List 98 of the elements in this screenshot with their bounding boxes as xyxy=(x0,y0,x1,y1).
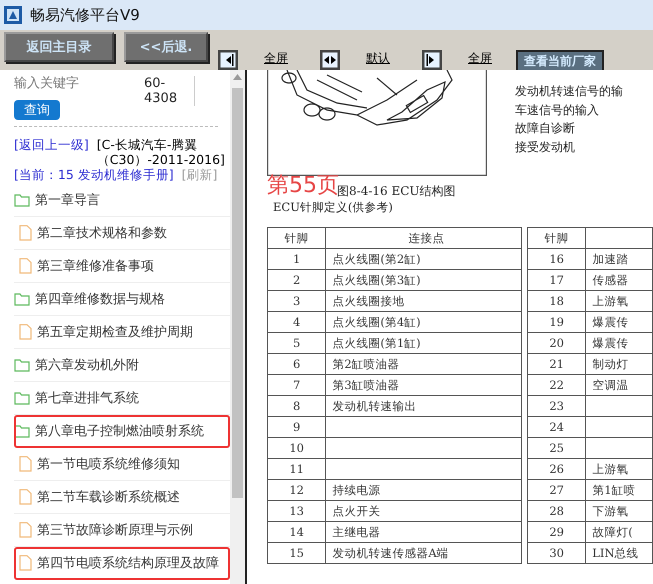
table-cell: 12 xyxy=(268,480,326,500)
tree-item[interactable]: 第八章电子控制燃油喷射系统 xyxy=(14,415,230,448)
table-cell: 发动机转速输出 xyxy=(326,396,522,416)
folder-icon xyxy=(14,193,30,207)
table-cell xyxy=(586,396,652,416)
table-cell: 25 xyxy=(527,438,586,458)
text-line: 车速信号的输入 xyxy=(515,102,600,118)
table-cell: 第1缸喷 xyxy=(586,480,652,500)
scrollbar-thumb[interactable] xyxy=(232,88,243,498)
folder-icon xyxy=(14,292,30,306)
table-cell: 15 xyxy=(268,542,326,564)
table-cell: 点火线圈(第4缸) xyxy=(326,312,522,332)
file-icon xyxy=(18,555,32,571)
table-title: ECU针脚定义(供参考) xyxy=(273,200,394,215)
table-cell xyxy=(586,416,652,438)
keyword-value: 60-4308 xyxy=(144,76,195,106)
table-cell: LIN总线 xyxy=(586,542,652,564)
table-cell: 18 xyxy=(527,290,586,312)
table-cell xyxy=(586,438,652,458)
file-icon xyxy=(18,456,32,472)
table-header: 针脚 xyxy=(268,228,326,248)
table-cell: 下游氧 xyxy=(586,500,652,522)
table-cell: 11 xyxy=(268,458,326,480)
table-cell: 持续电源 xyxy=(326,480,522,500)
app-logo-icon xyxy=(4,6,22,24)
table-cell: 制动灯 xyxy=(586,354,652,374)
table-cell: 2 xyxy=(268,270,326,290)
table-cell: 第2缸喷油器 xyxy=(326,354,522,374)
table-cell: 24 xyxy=(527,416,586,438)
table-cell: 19 xyxy=(527,312,586,332)
current-manual-link[interactable]: [当前：15 发动机维修手册] xyxy=(14,167,174,182)
nav-button[interactable]: 返回主目录 xyxy=(4,32,114,62)
table-cell: 发动机转速传感器A端 xyxy=(326,542,522,564)
table-header: 连接点 xyxy=(326,228,522,248)
back-link[interactable]: [返回上一级] xyxy=(14,137,89,152)
table-cell: 23 xyxy=(527,396,586,416)
view-button[interactable]: 全屏 xyxy=(246,50,306,67)
table-header: 针脚 xyxy=(527,228,586,248)
table-cell: 点火线圈接地 xyxy=(326,290,522,312)
arrow-icon[interactable] xyxy=(218,50,238,70)
table-cell: 27 xyxy=(527,480,586,500)
table-cell: 上游氧 xyxy=(586,458,652,480)
table-cell: 8 xyxy=(268,396,326,416)
table-cell: 上游氧 xyxy=(586,290,652,312)
text-line: 发动机转速信号的输 xyxy=(515,83,623,100)
file-icon xyxy=(18,225,32,241)
table-cell: 点火线圈(第1缸) xyxy=(326,332,522,354)
table-cell: 点火线圈(第2缸) xyxy=(326,248,522,270)
file-icon xyxy=(18,324,32,340)
table-cell: 空调温 xyxy=(586,374,652,396)
table-cell: 9 xyxy=(268,416,326,438)
file-icon xyxy=(18,258,32,274)
table-cell: 5 xyxy=(268,332,326,354)
table-cell: 28 xyxy=(527,500,586,522)
table-cell: 加速踏 xyxy=(586,248,652,270)
table-cell: 点火线圈(第3缸) xyxy=(326,270,522,290)
table-cell: 点火开关 xyxy=(326,500,522,522)
table-cell: 29 xyxy=(527,522,586,542)
view-button[interactable]: 默认 xyxy=(348,50,408,67)
table-cell: 1 xyxy=(268,248,326,270)
page-number: 第55页 xyxy=(267,172,339,200)
text-line: 接受发动机 xyxy=(515,138,576,156)
folder-icon xyxy=(14,424,30,438)
search-button[interactable]: 查询 xyxy=(14,100,60,120)
table-cell: 3 xyxy=(268,290,326,312)
table-cell: 6 xyxy=(268,354,326,374)
arrow-icon[interactable] xyxy=(422,50,442,70)
table-cell: 16 xyxy=(527,248,586,270)
table-cell: 爆震传 xyxy=(586,312,652,332)
vendor-button[interactable]: 查看当前厂家 xyxy=(516,50,604,72)
table-cell: 主继电器 xyxy=(326,522,522,542)
window-title: 畅易汽修平台V9 xyxy=(30,6,140,24)
table-cell: 7 xyxy=(268,374,326,396)
table-cell: 30 xyxy=(527,542,586,564)
table-cell: 传感器 xyxy=(586,270,652,290)
table-cell: 故障灯( xyxy=(586,522,652,542)
table-cell: 第3缸喷油器 xyxy=(326,374,522,396)
table-cell: 20 xyxy=(527,332,586,354)
figure-caption: 图8-4-16 ECU结构图 xyxy=(337,184,456,200)
table-cell: 21 xyxy=(527,354,586,374)
tree-item[interactable]: 第四节电喷系统结构原理及故障 xyxy=(14,547,230,580)
table-cell: 爆震传 xyxy=(586,332,652,354)
text-line: 故障自诊断 xyxy=(515,120,576,137)
file-icon xyxy=(18,489,32,505)
folder-icon xyxy=(14,391,30,405)
view-button[interactable]: 全屏 xyxy=(450,50,510,67)
folder-icon xyxy=(14,358,30,372)
breadcrumb-path: [C-长城汽车-腾翼（C30）-2011-2016] xyxy=(96,137,226,167)
table-cell: 10 xyxy=(268,438,326,458)
table-cell: 4 xyxy=(268,312,326,332)
table-cell: 14 xyxy=(268,522,326,542)
table-cell: 26 xyxy=(527,458,586,480)
table-cell: 17 xyxy=(527,270,586,290)
table-cell: 22 xyxy=(527,374,586,396)
file-icon xyxy=(18,522,32,538)
nav-button[interactable]: <<后退. xyxy=(124,32,208,62)
arrow-icon[interactable] xyxy=(320,50,340,70)
table-cell: 13 xyxy=(268,500,326,522)
